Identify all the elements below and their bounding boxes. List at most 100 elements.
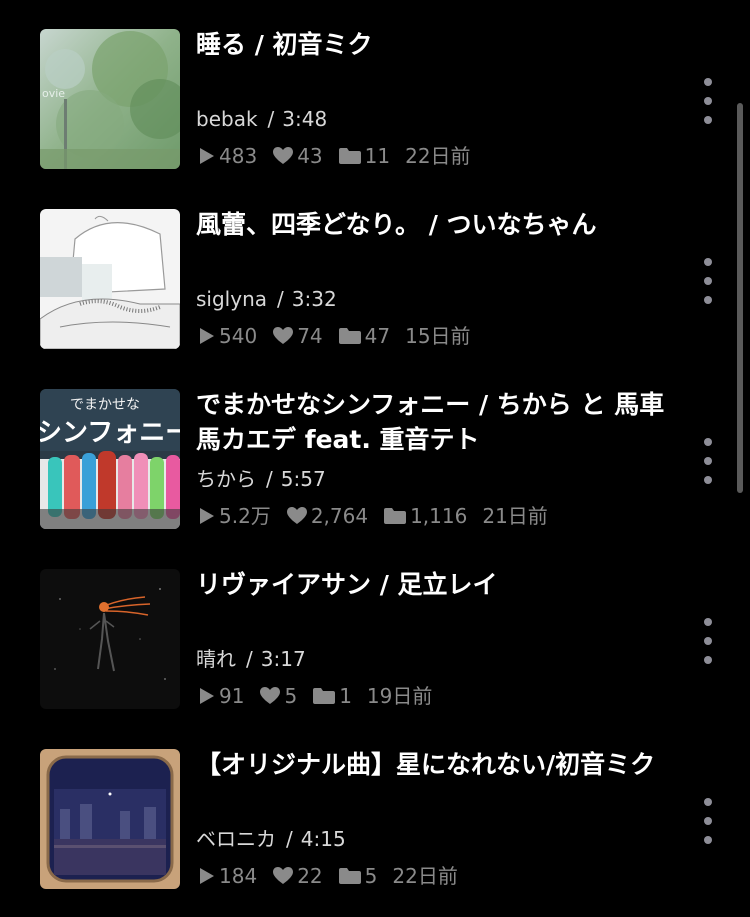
more-vertical-icon-dot (704, 836, 712, 844)
mylist-count-value: 1 (339, 684, 352, 708)
like-count-value: 22 (297, 864, 323, 888)
play-icon (200, 148, 214, 164)
duration: 3:48 (282, 107, 328, 131)
more-options-button[interactable] (696, 618, 720, 664)
play-count-value: 91 (219, 684, 245, 708)
folder-icon (338, 148, 361, 164)
artist-name[interactable]: siglyna (196, 287, 267, 311)
video-title[interactable]: 【オリジナル曲】星になれない/初音ミク (196, 747, 676, 782)
heart-icon (286, 507, 307, 524)
video-meta: bebak / 3:48 (196, 106, 327, 132)
play-count: 91 (196, 683, 244, 709)
video-title[interactable]: 睡る / 初音ミク (196, 27, 676, 62)
play-count-value: 483 (219, 144, 258, 168)
meta-separator: / (286, 827, 293, 851)
artist-name[interactable]: 晴れ (196, 647, 236, 671)
video-meta: ベロニカ / 4:15 (196, 826, 346, 852)
video-title[interactable]: でまかせなシンフォニー / ちから と 馬車馬カエデ feat. 重音テト (196, 387, 676, 457)
posted-time: 22日前 (405, 144, 471, 168)
like-count-value: 5 (284, 684, 298, 708)
like-count: 2,764 (286, 503, 368, 529)
video-meta: siglyna / 3:32 (196, 286, 337, 312)
duration: 3:32 (291, 287, 337, 311)
heart-icon (273, 147, 294, 164)
play-icon (200, 508, 214, 524)
thumbnail-overlay-text: でまかせな (70, 397, 140, 413)
more-vertical-icon-dot (704, 817, 712, 825)
video-thumbnail[interactable] (40, 749, 180, 889)
heart-icon (273, 867, 294, 884)
video-stats: 5.2万 2,764 1,116 21日前 (196, 503, 563, 529)
more-vertical-icon-dot (704, 637, 712, 645)
more-vertical-icon-dot (704, 656, 712, 664)
more-vertical-icon-dot (704, 476, 712, 484)
like-count: 74 (272, 323, 323, 349)
thumbnail-title-text: シンフォニー (40, 418, 180, 448)
video-thumbnail[interactable] (40, 569, 180, 709)
more-vertical-icon (704, 78, 712, 86)
video-thumbnail[interactable] (40, 209, 180, 349)
mylist-count-value: 47 (364, 324, 391, 348)
meta-separator: / (246, 647, 253, 671)
video-meta: ちから / 5:57 (196, 466, 326, 492)
thumbnail-overlay-text: ovie (42, 87, 65, 100)
posted-time: 19日前 (366, 684, 433, 708)
more-vertical-icon-dot (704, 457, 712, 465)
play-count-value: 5.2万 (219, 504, 271, 528)
more-options-button[interactable] (696, 258, 720, 304)
more-vertical-icon-dot (704, 116, 712, 124)
video-stats: 483 43 11 22日前 (196, 143, 486, 169)
posted-time: 15日前 (405, 324, 471, 348)
video-list: ovie 睡る / 初音ミク bebak / 3:48 483 43 11 22日前 (0, 0, 750, 917)
scrollbar[interactable] (737, 103, 743, 493)
video-list-item[interactable]: ovie 睡る / 初音ミク bebak / 3:48 483 43 11 22日前 (0, 0, 750, 180)
more-vertical-icon-dot (704, 97, 712, 105)
video-title[interactable]: リヴァイアサン / 足立レイ (196, 567, 676, 602)
video-stats: 184 22 5 22日前 (196, 863, 473, 889)
more-vertical-icon (704, 798, 712, 806)
more-options-button[interactable] (696, 798, 720, 844)
artist-name[interactable]: bebak (196, 107, 258, 131)
mylist-count: 1 (312, 683, 352, 709)
video-list-item[interactable]: でまかせな シンフォニー でまかせなシンフォニー / ちから と 馬車馬カエデ … (0, 360, 750, 540)
heart-icon (273, 327, 294, 344)
more-vertical-icon-dot (704, 277, 712, 285)
video-list-item[interactable]: リヴァイアサン / 足立レイ 晴れ / 3:17 91 5 1 19日前 (0, 540, 750, 720)
play-icon (200, 328, 214, 344)
play-count: 540 (196, 323, 257, 349)
duration: 3:17 (260, 647, 306, 671)
mylist-count: 5 (338, 863, 378, 889)
play-count: 5.2万 (196, 503, 271, 529)
like-count-value: 2,764 (310, 504, 369, 528)
duration: 4:15 (300, 827, 346, 851)
more-options-button[interactable] (696, 438, 720, 484)
mylist-count-value: 1,116 (410, 504, 468, 528)
more-vertical-icon (704, 258, 712, 266)
more-options-button[interactable] (696, 78, 720, 124)
video-thumbnail[interactable]: ovie (40, 29, 180, 169)
video-list-item[interactable]: 風蕾、四季どなり。 / ついなちゃん siglyna / 3:32 540 74 4… (0, 180, 750, 360)
like-count: 22 (272, 863, 323, 889)
more-vertical-icon-dot (704, 296, 712, 304)
mylist-count: 47 (338, 323, 390, 349)
folder-icon (338, 868, 361, 884)
like-count-value: 43 (297, 144, 323, 168)
video-list-item[interactable]: 【オリジナル曲】星になれない/初音ミク ベロニカ / 4:15 184 22 5 2… (0, 720, 750, 900)
mylist-count-value: 5 (364, 864, 378, 888)
like-count-value: 74 (297, 324, 323, 348)
like-count: 43 (272, 143, 323, 169)
artist-name[interactable]: ちから (196, 467, 256, 491)
mylist-count: 11 (338, 143, 390, 169)
video-meta: 晴れ / 3:17 (196, 646, 306, 672)
play-count: 483 (196, 143, 257, 169)
artist-name[interactable]: ベロニカ (196, 827, 276, 851)
posted-time: 22日前 (392, 864, 458, 888)
play-count-value: 540 (219, 324, 258, 348)
video-title[interactable]: 風蕾、四季どなり。 / ついなちゃん (196, 207, 676, 242)
folder-icon (313, 688, 336, 704)
more-vertical-icon (704, 438, 712, 446)
folder-icon (384, 508, 407, 524)
mylist-count-value: 11 (364, 144, 391, 168)
like-count: 5 (259, 683, 297, 709)
video-thumbnail[interactable]: でまかせな シンフォニー (40, 389, 180, 529)
